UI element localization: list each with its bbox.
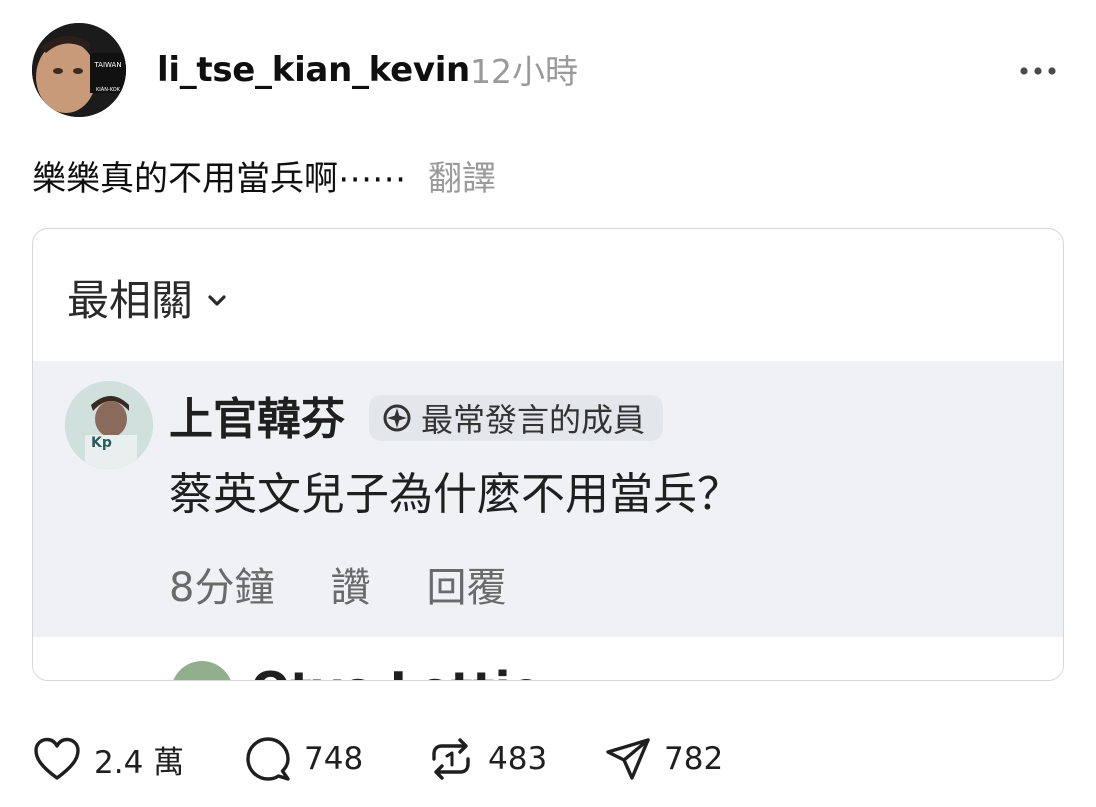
comment-meta: 8分鐘 讚 回覆 — [169, 561, 506, 615]
avatar-caption-top: TAIWAN — [93, 61, 121, 69]
share-count: 782 — [664, 741, 724, 777]
top-contributor-icon — [383, 404, 411, 432]
next-commenter-avatar — [171, 661, 233, 680]
next-commenter-name: Otyo Lottie — [251, 661, 542, 680]
comment-like-link: 讚 — [330, 565, 371, 611]
comment-time: 8分鐘 — [169, 565, 275, 611]
threads-post: TAIWAN KIÁN-KOK li_tse_kian_kevin 12小時 樂… — [0, 0, 1096, 807]
badge-label: 最常發言的成員 — [421, 401, 646, 439]
share-button[interactable]: 782 — [604, 736, 723, 782]
sort-selector: 最相關 — [67, 275, 227, 327]
action-bar: 2.4 萬 748 483 782 — [32, 734, 723, 784]
post-text-line: 樂樂真的不用當兵啊⋯⋯ 翻譯 — [32, 156, 496, 202]
more-icon[interactable] — [1016, 60, 1060, 82]
like-button[interactable]: 2.4 萬 — [32, 736, 244, 782]
heart-icon — [34, 737, 80, 780]
top-contributor-badge: 最常發言的成員 — [369, 395, 664, 441]
repost-button[interactable]: 483 — [426, 734, 604, 784]
post-body: 樂樂真的不用當兵啊⋯⋯ — [32, 159, 406, 199]
svg-text:Kp: Kp — [91, 435, 112, 451]
attached-image[interactable]: 最相關 Kp 上官韓芬 最常發言的成員 蔡英文兒子為什麼不用當兵？ 8分鐘 讚 … — [32, 228, 1064, 681]
comment-button[interactable]: 748 — [244, 735, 426, 783]
comment-bubble-icon — [246, 737, 290, 781]
author-avatar[interactable]: TAIWAN KIÁN-KOK — [32, 23, 126, 117]
next-comment-cropped: Otyo Lottie — [33, 637, 1063, 680]
author-username[interactable]: li_tse_kian_kevin — [157, 48, 470, 92]
commenter-avatar: Kp — [65, 381, 153, 469]
comment-text: 蔡英文兒子為什麼不用當兵？ — [169, 469, 741, 520]
translate-link[interactable]: 翻譯 — [428, 159, 496, 199]
repost-icon — [432, 738, 470, 780]
chevron-down-icon — [208, 295, 226, 306]
post-time: 12小時 — [470, 52, 578, 91]
like-count: 2.4 萬 — [94, 744, 185, 781]
screenshot-comment: Kp 上官韓芬 最常發言的成員 蔡英文兒子為什麼不用當兵？ 8分鐘 讚 回覆 — [33, 361, 1063, 680]
comment-reply-link: 回覆 — [426, 565, 507, 611]
repost-count: 483 — [488, 741, 548, 777]
sort-label: 最相關 — [67, 276, 194, 325]
commenter-name: 上官韓芬 — [169, 394, 345, 445]
avatar-caption-bottom: KIÁN-KOK — [96, 86, 121, 93]
comment-count: 748 — [304, 741, 364, 777]
avatar-image: TAIWAN KIÁN-KOK — [32, 23, 126, 117]
send-icon — [606, 738, 650, 780]
